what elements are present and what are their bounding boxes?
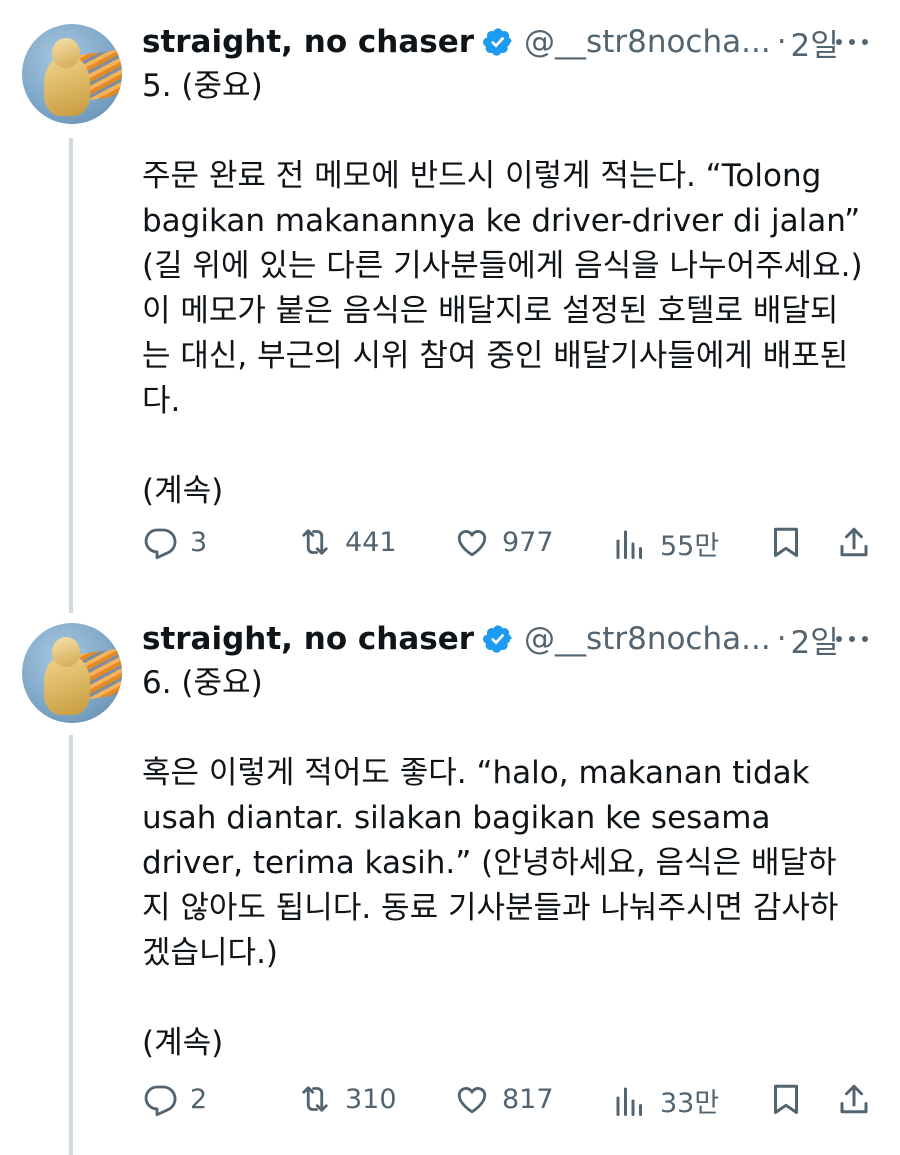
- repost-button[interactable]: 310: [297, 1081, 397, 1117]
- author-name[interactable]: straight, no chaser: [142, 621, 474, 657]
- repost-count: 441: [345, 526, 397, 558]
- tweet-line: bagikan makanannya ke driver-driver di j…: [142, 203, 861, 239]
- like-button[interactable]: 817: [454, 1081, 554, 1117]
- tweet-line: 혹은 이렇게 적어도 좋다. “halo, makanan tidak: [142, 755, 810, 791]
- share-button[interactable]: [836, 524, 872, 560]
- bookmark-icon: [774, 527, 798, 557]
- avatar[interactable]: [22, 623, 122, 723]
- continue-label: (계속): [142, 473, 224, 509]
- tweet-line: 지 않아도 됩니다. 동료 기사분들과 나눠주시면 감사하: [142, 890, 839, 926]
- repost-count: 310: [345, 1083, 397, 1115]
- reply-count: 2: [190, 1083, 208, 1115]
- thread-line: [69, 735, 73, 1155]
- tweet-number-label: 6. (중요): [142, 665, 263, 701]
- action-bar: 2 310 817 33만: [142, 1081, 880, 1121]
- views-icon: [616, 530, 642, 559]
- tweet-line: (길 위에 있는 다른 기사분들에게 음식을 나누어주세요.): [142, 248, 863, 284]
- tweet-number-label: 5. (중요): [142, 68, 263, 104]
- like-count: 977: [502, 526, 554, 558]
- repost-icon: [302, 529, 328, 555]
- like-icon: [457, 530, 487, 557]
- more-icon[interactable]: [832, 621, 872, 657]
- bookmark-button[interactable]: [768, 524, 804, 560]
- tweet-line: 다.: [142, 383, 181, 419]
- views-icon: [616, 1087, 642, 1116]
- tweet-text: 6. (중요) 혹은 이렇게 적어도 좋다. “halo, makanan ti…: [142, 661, 870, 1066]
- reply-count: 3: [190, 526, 208, 558]
- tweet-header: straight, no chaser @__str8nocha... · 2일: [142, 18, 839, 66]
- tweet-line: 주문 완료 전 메모에 반드시 이렇게 적는다. “Tolong: [142, 158, 822, 194]
- bookmark-icon: [774, 1084, 798, 1114]
- reply-button[interactable]: 2: [142, 1081, 207, 1117]
- bookmark-button[interactable]: [768, 1081, 804, 1117]
- tweet-line: 이 메모가 붙은 음식은 배달지로 설정된 호텔로 배달되: [142, 293, 839, 329]
- repost-icon: [302, 1086, 328, 1112]
- author-name[interactable]: straight, no chaser: [142, 24, 474, 60]
- reply-icon: [144, 528, 177, 560]
- tweet-line: 겠습니다.): [142, 935, 279, 971]
- tweet[interactable]: straight, no chaser @__str8nocha... · 2일…: [0, 615, 900, 1155]
- thread-line: [69, 138, 73, 613]
- author-handle[interactable]: @__str8nocha...: [524, 621, 771, 657]
- verified-badge-icon: [483, 625, 512, 653]
- views-count: 55만: [660, 531, 720, 562]
- verified-badge-icon: [483, 28, 512, 56]
- tweet-line: usah diantar. silakan bagikan ke sesama: [142, 800, 771, 836]
- views-count: 33만: [660, 1088, 720, 1119]
- tweet-text: 5. (중요) 주문 완료 전 메모에 반드시 이렇게 적는다. “Tolong…: [142, 64, 870, 514]
- share-button[interactable]: [836, 1081, 872, 1117]
- like-button[interactable]: 977: [454, 524, 554, 560]
- reply-icon: [144, 1085, 177, 1117]
- tweet[interactable]: straight, no chaser @__str8nocha... · 2일…: [0, 18, 900, 613]
- tweet-line: 는 대신, 부근의 시위 참여 중인 배달기사들에게 배포된: [142, 338, 849, 374]
- views-button[interactable]: 33만: [612, 1081, 719, 1120]
- share-icon: [840, 527, 868, 557]
- repost-button[interactable]: 441: [297, 524, 397, 560]
- reply-button[interactable]: 3: [142, 524, 207, 560]
- action-bar: 3 441 977 55만: [142, 524, 880, 564]
- continue-label: (계속): [142, 1025, 224, 1061]
- like-icon: [457, 1087, 487, 1114]
- tweet-header: straight, no chaser @__str8nocha... · 2일: [142, 615, 839, 663]
- avatar[interactable]: [22, 24, 122, 124]
- share-icon: [840, 1084, 868, 1114]
- tweet-line: driver, terima kasih.” (안녕하세요, 음식은 배달하: [142, 845, 837, 881]
- views-button[interactable]: 55만: [612, 524, 719, 563]
- separator-dot: ·: [776, 621, 787, 657]
- like-count: 817: [502, 1083, 554, 1115]
- separator-dot: ·: [776, 24, 787, 60]
- author-handle[interactable]: @__str8nocha...: [524, 24, 771, 60]
- more-icon[interactable]: [832, 24, 872, 60]
